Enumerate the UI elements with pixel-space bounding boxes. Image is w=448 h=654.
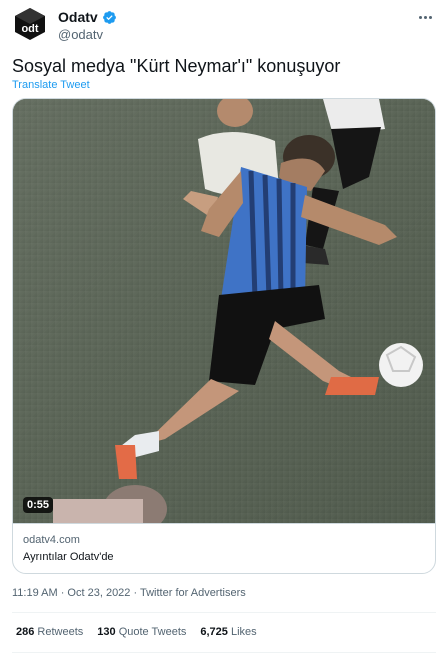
quote-tweets-stat[interactable]: 130 Quote Tweets: [97, 626, 186, 638]
author-name-row: Odatv: [58, 9, 117, 25]
retweets-label: Retweets: [37, 626, 84, 638]
translate-tweet-link[interactable]: Translate Tweet: [12, 79, 90, 91]
author-handle[interactable]: @odatv: [58, 27, 103, 42]
likes-label: Likes: [230, 626, 257, 638]
tweet-timestamp[interactable]: 11:19 AM · Oct 23, 2022 · Twitter for Ad…: [12, 587, 246, 599]
video-player[interactable]: 0:55: [13, 99, 435, 523]
tweet-text: Sosyal medya "Kürt Neymar'ı" konuşuyor: [12, 56, 341, 76]
avatar[interactable]: odt: [12, 6, 48, 42]
divider: [12, 612, 436, 613]
retweets-count: 286: [16, 626, 35, 638]
video-duration: 0:55: [23, 497, 54, 513]
more-dot: [428, 15, 432, 19]
more-options-button[interactable]: [414, 8, 436, 26]
video-thumbnail: [13, 99, 435, 523]
media-card[interactable]: 0:55 odatv4.com Ayrıntılar Odatv'de: [12, 98, 436, 574]
author-display-name[interactable]: Odatv: [58, 9, 98, 25]
retweets-stat[interactable]: 286 Retweets: [16, 626, 83, 638]
verified-badge-icon: [102, 10, 116, 24]
more-dot: [423, 15, 427, 19]
quote-tweets-label: Quote Tweets: [118, 626, 187, 638]
card-domain: odatv4.com: [23, 534, 80, 546]
quote-tweets-count: 130: [97, 626, 116, 638]
engagement-stats: 286 Retweets 130 Quote Tweets 6,725 Like…: [16, 626, 257, 638]
likes-count: 6,725: [200, 626, 228, 638]
more-horizontal-icon: [418, 15, 422, 19]
divider: [12, 652, 436, 653]
tweet-header: odt Odatv @odatv: [12, 6, 436, 46]
card-title: Ayrıntılar Odatv'de: [23, 551, 114, 563]
card-link-info[interactable]: odatv4.com Ayrıntılar Odatv'de: [13, 523, 435, 573]
likes-stat[interactable]: 6,725 Likes: [200, 626, 256, 638]
svg-text:odt: odt: [21, 23, 38, 35]
odatv-logo-icon: odt: [15, 8, 45, 40]
